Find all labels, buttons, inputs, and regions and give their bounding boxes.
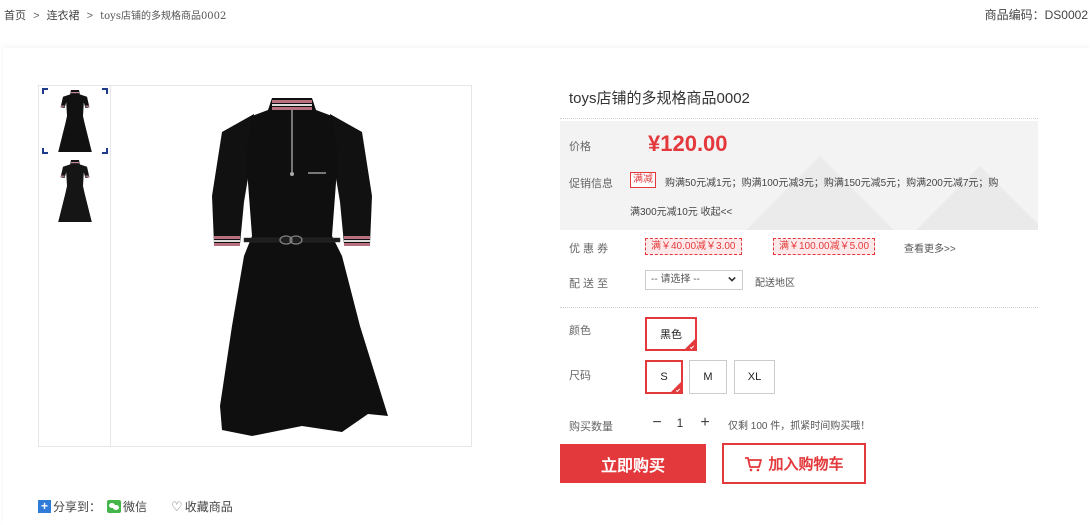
chevron-down-icon (728, 276, 736, 282)
favorite-label: 收藏商品 (184, 500, 233, 514)
quantity-minus-button[interactable]: − (649, 415, 665, 431)
breadcrumb: 首页 > 连衣裙 > toys店铺的多规格商品0002 (4, 7, 226, 23)
promo-label: 促销信息 (569, 178, 613, 190)
color-option-label: 黑色 (660, 329, 682, 341)
dress-thumbnail-image (58, 160, 92, 222)
coupon-1[interactable]: 满￥40.00减￥3.00 (645, 238, 742, 255)
main-product-image[interactable] (112, 86, 472, 446)
price-label: 价格 (569, 141, 591, 153)
product-price: ¥120.00 (648, 131, 728, 156)
selection-corner (102, 88, 108, 94)
divider (560, 118, 1038, 119)
stock-notice: 仅剩 100 件，抓紧时间购买哦！ (728, 421, 871, 432)
buy-now-button[interactable]: 立即购买 (560, 444, 706, 483)
more-coupons-link[interactable]: 查看更多>> (904, 240, 956, 255)
color-option-black[interactable]: 黑色 (645, 317, 697, 351)
selection-corner (42, 148, 48, 154)
quantity-label: 购买数量 (569, 421, 613, 433)
panel-decoration (735, 156, 905, 230)
wechat-icon[interactable] (107, 500, 122, 513)
coupon-2[interactable]: 满￥100.00减￥5.00 (773, 238, 876, 255)
delivery-label: 配 送 至 (569, 278, 609, 290)
breadcrumb-separator: > (86, 10, 94, 22)
promo-text: 购满50元减1元；购满100元减3元；购满150元减5元；购满200元减7元；购 (665, 178, 999, 189)
share-wechat-link[interactable]: 微信 (123, 498, 147, 515)
cart-icon (745, 456, 763, 471)
product-gallery (38, 85, 472, 447)
heart-icon: ♡ (171, 498, 183, 514)
add-to-cart-button[interactable]: 加入购物车 (722, 443, 866, 484)
check-icon (689, 344, 695, 350)
coupon-label: 优 惠 券 (569, 243, 609, 255)
product-title: toys店铺的多规格商品0002 (569, 90, 750, 107)
delivery-region-text: 配送地区 (755, 278, 795, 289)
favorite-button[interactable]: ♡ 收藏商品 (171, 498, 233, 515)
size-option-label: M (703, 371, 713, 383)
size-option-label: XL (747, 371, 762, 383)
dress-image (212, 98, 388, 436)
promo-tag: 满减 (630, 172, 656, 188)
share-plus-icon[interactable]: + (38, 500, 51, 513)
top-bar: 首页 > 连衣裙 > toys店铺的多规格商品0002 商品编码：DS0002 (0, 0, 1090, 30)
thumbnail-2[interactable] (42, 158, 108, 224)
quantity-plus-button[interactable]: + (697, 415, 713, 431)
color-label: 颜色 (569, 325, 591, 337)
selection-corner (102, 148, 108, 154)
breadcrumb-category[interactable]: 连衣裙 (47, 10, 80, 22)
dress-thumbnail-image (58, 90, 92, 152)
breadcrumb-separator: > (33, 10, 40, 22)
promo-collapse-link[interactable]: 满300元减10元 收起<< (630, 203, 732, 218)
thumbnail-1[interactable] (42, 88, 108, 154)
size-option-s[interactable]: S (645, 360, 683, 394)
divider (560, 307, 1038, 308)
share-label: 分享到： (53, 500, 102, 514)
size-option-xl[interactable]: XL (734, 360, 775, 394)
breadcrumb-current: toys店铺的多规格商品0002 (100, 11, 227, 22)
buy-now-label: 立即购买 (600, 457, 665, 475)
region-select-value: -- 请选择 -- (651, 274, 700, 285)
size-option-m[interactable]: M (689, 360, 727, 394)
share-bar: + 分享到： 微信 ♡ 收藏商品 (38, 498, 233, 515)
breadcrumb-home[interactable]: 首页 (4, 10, 26, 22)
size-label: 尺码 (569, 370, 591, 382)
thumbnail-list (39, 86, 111, 446)
quantity-value[interactable]: 1 (670, 415, 690, 431)
check-icon (675, 387, 681, 393)
add-to-cart-label: 加入购物车 (768, 456, 844, 473)
size-option-label: S (660, 371, 668, 383)
selection-corner (42, 88, 48, 94)
product-code: 商品编码：DS0002 (984, 8, 1088, 22)
region-select[interactable]: -- 请选择 -- (645, 270, 743, 290)
